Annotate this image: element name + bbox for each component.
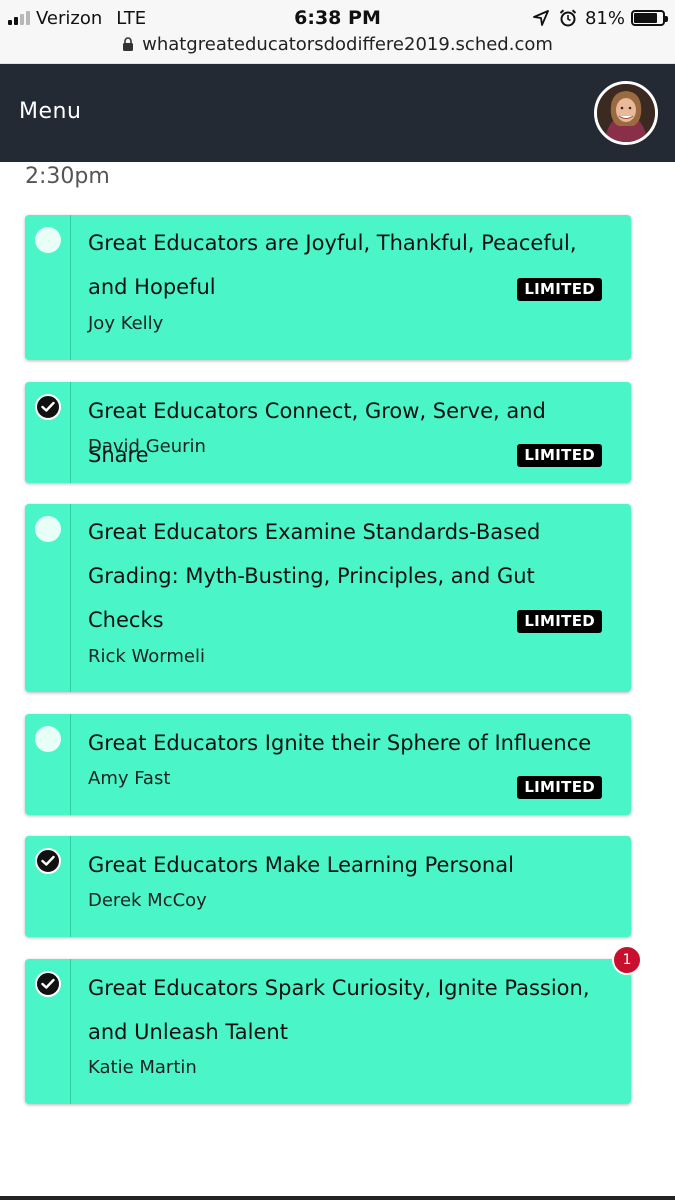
location-arrow-icon <box>533 10 549 26</box>
session-card[interactable]: Great Educators are Joyful, Thankful, Pe… <box>25 215 631 360</box>
session-card[interactable]: Great Educators Make Learning Personal D… <box>25 836 631 937</box>
session-speaker: Derek McCoy <box>88 890 207 911</box>
limited-badge: LIMITED <box>517 610 602 633</box>
limited-badge: LIMITED <box>517 278 602 301</box>
notification-badge[interactable]: 1 <box>612 945 642 975</box>
session-speaker: David Geurin <box>88 436 206 457</box>
session-title: Great Educators Ignite their Sphere of I… <box>88 731 592 755</box>
session-speaker: Joy Kelly <box>88 313 164 334</box>
unselected-circle-icon[interactable] <box>35 227 61 253</box>
session-speaker: Amy Fast <box>88 768 171 789</box>
battery-icon <box>631 10 668 26</box>
user-avatar[interactable] <box>594 81 658 145</box>
url-text: whatgreateducatorsdodiffere2019.sched.co… <box>142 34 553 55</box>
address-bar[interactable]: whatgreateducatorsdodiffere2019.sched.co… <box>0 34 675 55</box>
session-card[interactable]: Great Educators Ignite their Sphere of I… <box>25 714 631 815</box>
session-card[interactable]: Great Educators Connect, Grow, Serve, an… <box>25 382 631 483</box>
session-title: Great Educators Make Learning Personal <box>88 853 514 877</box>
menu-button[interactable]: Menu <box>19 99 81 124</box>
status-right: 81% <box>533 6 668 30</box>
limited-badge: LIMITED <box>517 444 602 467</box>
time-slot-label: 2:30pm <box>25 164 110 189</box>
checkmark-icon[interactable] <box>35 971 61 997</box>
carrier-name: Verizon <box>36 7 103 29</box>
home-indicator-bar <box>0 1196 675 1200</box>
status-left: Verizon LTE <box>8 6 146 30</box>
status-bar: Verizon LTE 6:38 PM 81% whatgreateducato… <box>0 0 675 64</box>
session-card[interactable]: Great Educators Spark Curiosity, Ignite … <box>25 959 631 1104</box>
signal-strength-icon <box>8 11 30 25</box>
checkmark-icon[interactable] <box>35 848 61 874</box>
unselected-circle-icon[interactable] <box>35 726 61 752</box>
schedule-list: 2:30pm Great Educators are Joyful, Thank… <box>0 162 675 1200</box>
session-speaker: Katie Martin <box>88 1057 197 1078</box>
alarm-clock-icon <box>559 9 577 27</box>
limited-badge: LIMITED <box>517 776 602 799</box>
unselected-circle-icon[interactable] <box>35 516 61 542</box>
lock-icon <box>123 37 134 51</box>
session-speaker: Rick Wormeli <box>88 646 205 667</box>
session-card[interactable]: Great Educators Examine Standards-Based … <box>25 504 631 692</box>
app-header: Menu <box>0 64 675 162</box>
session-title: Great Educators Spark Curiosity, Ignite … <box>88 976 590 1044</box>
network-type: LTE <box>116 7 147 29</box>
battery-percent: 81% <box>584 7 625 29</box>
checkmark-icon[interactable] <box>35 394 61 420</box>
